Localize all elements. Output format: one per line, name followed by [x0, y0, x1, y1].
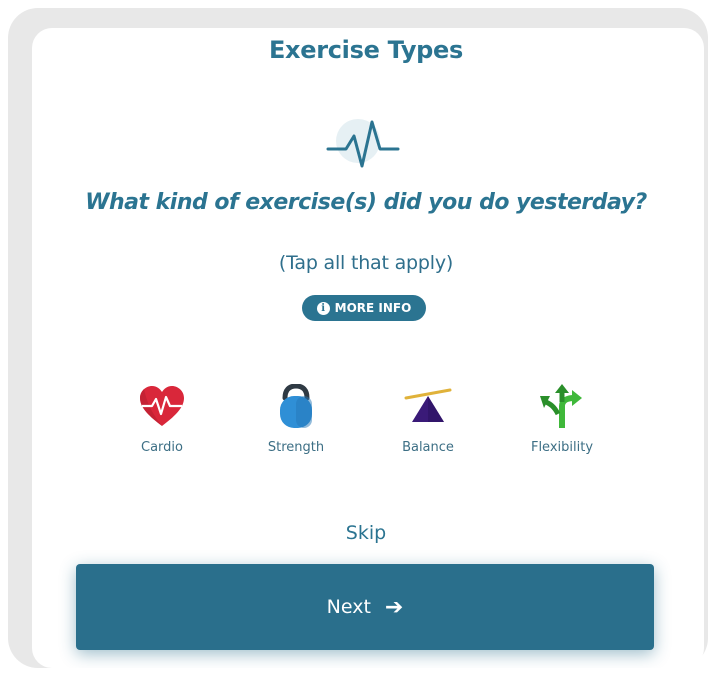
exercise-type-cardio[interactable]: Cardio	[102, 378, 222, 468]
flexibility-arrows-icon	[540, 384, 582, 428]
page-title: Exercise Types	[268, 36, 464, 64]
exercise-type-strength[interactable]: Strength	[236, 378, 356, 468]
arrow-right-icon: ➔	[384, 594, 404, 620]
pulse-icon	[326, 119, 400, 168]
next-label: Next	[326, 596, 371, 618]
exercise-type-label: Flexibility	[530, 440, 594, 455]
heart-icon	[140, 386, 184, 426]
instruction-text: (Tap all that apply)	[278, 252, 454, 274]
question-text: What kind of exercise(s) did you do yest…	[85, 190, 647, 215]
seesaw-icon	[404, 388, 452, 422]
exercise-card: Exercise Types What kind of exercise(s) …	[32, 28, 704, 668]
next-button[interactable]: Next ➔	[76, 564, 654, 650]
skip-link[interactable]: Skip	[316, 522, 416, 544]
exercise-type-list: Cardio Strength Balance Flexibility	[96, 378, 636, 468]
kettlebell-icon	[280, 384, 312, 428]
info-icon: i	[316, 301, 330, 315]
more-info-label: MORE INFO	[334, 301, 412, 315]
exercise-type-flexibility[interactable]: Flexibility	[502, 378, 622, 468]
more-info-button[interactable]: i MORE INFO	[302, 295, 426, 321]
exercise-type-label: Balance	[402, 440, 454, 455]
exercise-type-balance[interactable]: Balance	[368, 378, 488, 468]
app-frame: Exercise Types What kind of exercise(s) …	[8, 8, 708, 668]
exercise-type-label: Cardio	[141, 440, 183, 455]
exercise-type-label: Strength	[267, 440, 325, 455]
